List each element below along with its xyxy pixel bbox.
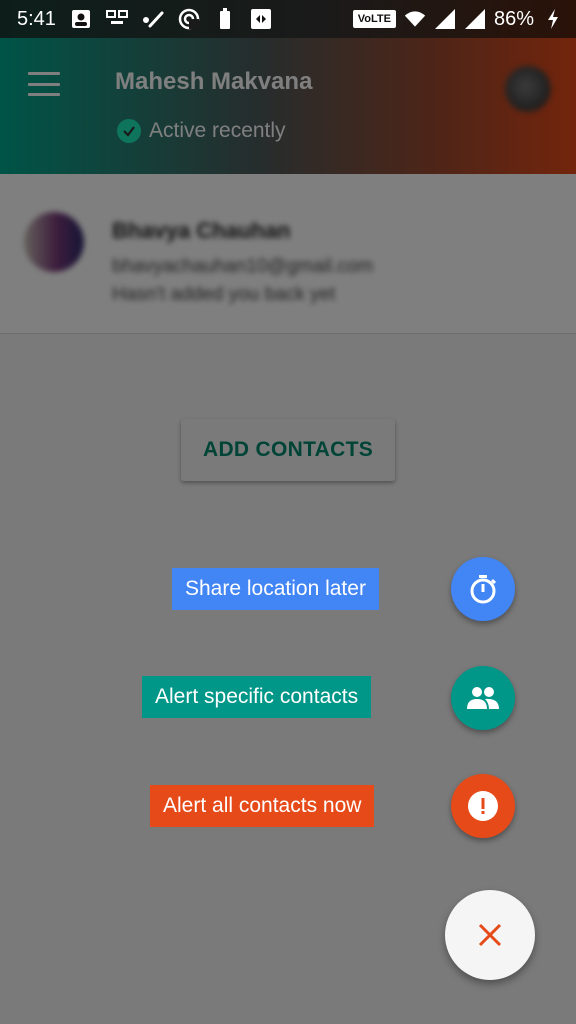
- alert-all-button[interactable]: [451, 774, 515, 838]
- check-stroke-icon: [142, 8, 164, 30]
- app-icon: [250, 8, 272, 30]
- battery-percent: 86%: [493, 7, 534, 30]
- clock: 5:41: [17, 7, 56, 30]
- timer-icon: [470, 575, 497, 604]
- alert-icon: [468, 791, 498, 821]
- alert-specific-button[interactable]: [451, 666, 515, 730]
- contact-card-icon: [70, 8, 92, 30]
- network-icon: [105, 8, 128, 30]
- wifi-icon: [404, 8, 426, 30]
- location-sharing-icon: [178, 8, 200, 30]
- alert-all-label[interactable]: Alert all contacts now: [150, 785, 375, 827]
- battery-saver-icon: [214, 8, 236, 30]
- share-later-label[interactable]: Share location later: [172, 568, 379, 610]
- close-fab-button[interactable]: [445, 890, 535, 980]
- volte-badge: VoLTE: [352, 10, 396, 28]
- share-later-button[interactable]: [451, 557, 515, 621]
- status-bar: 5:41 VoLTE 86%: [0, 0, 576, 38]
- signal-icon: [434, 8, 456, 30]
- overlay-scrim[interactable]: [0, 0, 576, 1024]
- charging-icon: [542, 8, 564, 30]
- close-icon: [478, 923, 502, 947]
- alert-specific-label[interactable]: Alert specific contacts: [142, 676, 372, 718]
- signal-icon-2: [464, 8, 486, 30]
- people-icon: [467, 687, 499, 709]
